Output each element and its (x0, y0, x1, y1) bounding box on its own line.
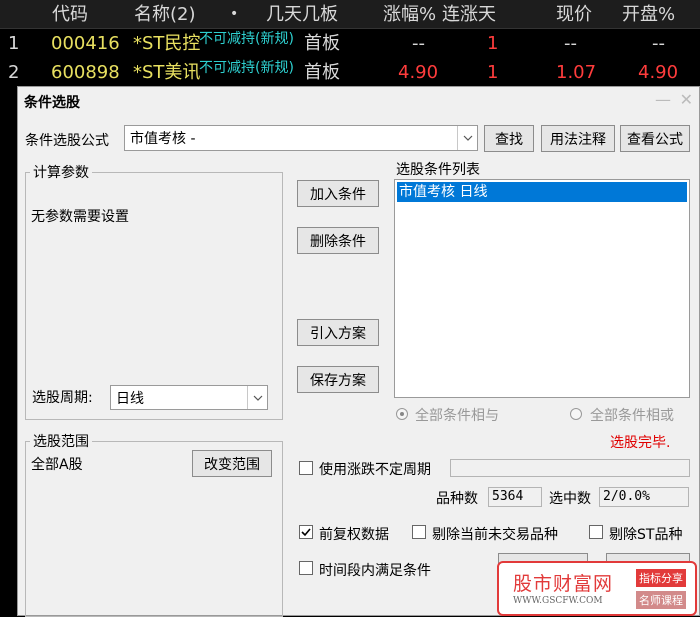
open-pct: -- (652, 33, 665, 54)
dialog-titlebar[interactable]: 条件选股 — ✕ (18, 87, 699, 115)
chevron-down-icon[interactable] (457, 126, 477, 150)
board-count: 首板 (304, 62, 340, 83)
stock-code: 000416 (51, 33, 120, 54)
col-header-code[interactable]: 代码 (52, 0, 88, 29)
exclude-st-label: 剔除ST品种 (609, 527, 683, 543)
exclude-untraded-checkbox[interactable] (412, 525, 426, 539)
board-count: 首板 (304, 33, 340, 54)
up-days: 1 (487, 33, 499, 54)
prior-adjust-label: 前复权数据 (319, 527, 389, 543)
range-group-title: 选股范围 (30, 431, 92, 451)
delete-condition-button[interactable]: 删除条件 (297, 227, 379, 254)
dialog-title: 条件选股 (24, 95, 80, 111)
open-pct: 4.90 (638, 62, 679, 83)
formula-value: 市值考核 - (130, 131, 196, 147)
status-text: 选股完毕. (610, 435, 671, 451)
row-index: 1 (8, 33, 20, 54)
period-label: 选股周期: (32, 390, 93, 406)
view-formula-button[interactable]: 查看公式 (620, 125, 690, 152)
table-row[interactable]: 1 000416 *ST民控 不可减持(新规) 首板 -- 1 -- -- (0, 29, 700, 58)
selected-count-label: 选中数 (549, 491, 591, 507)
stock-table-header: 代码 名称(2) • 几天几板 涨幅% 连涨天 现价 开盘% (0, 0, 700, 29)
use-uncertain-period-label: 使用涨跌不定周期 (319, 462, 431, 478)
formula-select[interactable]: 市值考核 - (124, 125, 478, 151)
change-range-button[interactable]: 改变范围 (192, 450, 272, 477)
time-period-checkbox[interactable] (299, 561, 313, 575)
watermark-url: WWW.GSCFW.COM (513, 596, 603, 606)
watermark-logo: 股市财富网 WWW.GSCFW.COM 指标分享 名师课程 (497, 561, 697, 616)
price: 1.07 (556, 62, 597, 83)
radio-all-or-label: 全部条件相或 (590, 408, 674, 424)
col-header-dot: • (230, 6, 239, 22)
radio-all-and[interactable] (396, 408, 408, 420)
uncertain-period-field[interactable] (450, 459, 690, 477)
save-plan-button[interactable]: 保存方案 (297, 366, 379, 393)
minimize-icon[interactable]: — (655, 90, 671, 109)
watermark-badge: 指标分享 (636, 569, 686, 587)
exclude-untraded-label: 剔除当前未交易品种 (432, 527, 558, 543)
prior-adjust-checkbox[interactable] (299, 525, 313, 539)
period-value: 日线 (116, 391, 144, 407)
col-header-name[interactable]: 名称(2) (134, 0, 196, 29)
condition-list[interactable]: 市值考核 日线 (394, 179, 690, 398)
chevron-down-icon[interactable] (247, 386, 267, 409)
stock-tag: 不可减持(新规) (199, 31, 294, 47)
variety-count-label: 品种数 (436, 491, 478, 507)
stock-code: 600898 (51, 62, 120, 83)
radio-all-and-label: 全部条件相与 (415, 408, 499, 424)
watermark-text: 股市财富网 (513, 573, 614, 595)
usage-notes-button[interactable]: 用法注释 (541, 125, 615, 152)
table-row[interactable]: 2 600898 *ST美讯 不可减持(新规) 首板 4.90 1 1.07 4… (0, 58, 700, 87)
import-plan-button[interactable]: 引入方案 (297, 319, 379, 346)
time-period-label: 时间段内满足条件 (319, 563, 431, 579)
params-text: 无参数需要设置 (31, 209, 129, 225)
price: -- (564, 33, 577, 54)
exclude-st-checkbox[interactable] (589, 525, 603, 539)
stock-tag: 不可减持(新规) (199, 60, 294, 76)
stock-name: *ST民控 (133, 33, 201, 54)
stock-name: *ST美讯 (133, 62, 201, 83)
variety-count-field: 5364 (488, 487, 542, 507)
params-group-title: 计算参数 (30, 162, 92, 182)
col-header-change[interactable]: 涨幅% (383, 0, 436, 29)
condition-select-dialog: 条件选股 — ✕ 条件选股公式 市值考核 - 查找 用法注释 查看公式 计算参数… (17, 86, 700, 617)
change-pct: 4.90 (398, 62, 439, 83)
use-uncertain-period-checkbox[interactable] (299, 461, 313, 475)
watermark-badge: 名师课程 (636, 591, 686, 609)
col-header-days[interactable]: 连涨天 (442, 0, 496, 29)
find-button[interactable]: 查找 (484, 125, 534, 152)
col-header-board[interactable]: 几天几板 (266, 0, 338, 29)
condition-list-label: 选股条件列表 (396, 162, 480, 178)
col-header-open[interactable]: 开盘% (622, 0, 675, 29)
formula-label: 条件选股公式 (25, 133, 109, 149)
row-index: 2 (8, 62, 20, 83)
close-icon[interactable]: ✕ (680, 90, 693, 109)
range-text: 全部A股 (31, 457, 83, 473)
list-item[interactable]: 市值考核 日线 (397, 182, 687, 202)
col-header-price[interactable]: 现价 (556, 0, 592, 29)
checkmark-icon (301, 528, 311, 537)
add-condition-button[interactable]: 加入条件 (297, 180, 379, 207)
selected-count-field: 2/0.0% (599, 487, 689, 507)
radio-all-or[interactable] (570, 408, 582, 420)
up-days: 1 (487, 62, 499, 83)
period-select[interactable]: 日线 (110, 385, 268, 410)
change-pct: -- (412, 33, 425, 54)
